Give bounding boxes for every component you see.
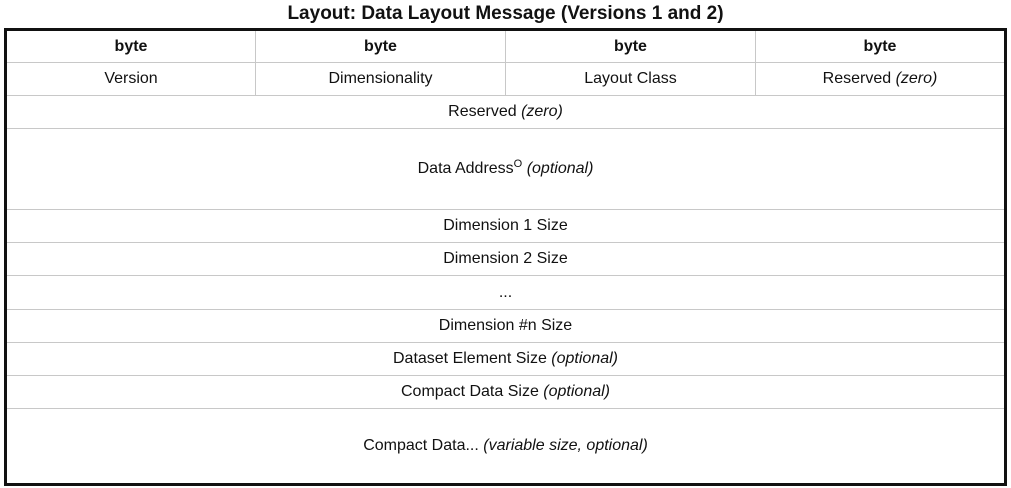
data-address-cell: Data AddressO (optional) <box>5 128 1006 211</box>
table-row: Dimension #n Size <box>5 308 1006 343</box>
table-caption: Layout: Data Layout Message (Versions 1 … <box>287 3 724 24</box>
ellipsis-cell: ... <box>5 275 1006 310</box>
data-address-note: (optional) <box>526 160 594 178</box>
reserved-note: (zero) <box>521 103 563 121</box>
header-cell-byte-1: byte <box>5 28 256 64</box>
data-layout-table: byte byte byte byte Version Dimensionali… <box>4 28 1007 486</box>
table-row: Compact Data Size (optional) <box>5 374 1006 409</box>
dimensionality-cell: Dimensionality <box>255 62 506 97</box>
header-cell-byte-3: byte <box>505 28 756 64</box>
table-row: Reserved (zero) <box>5 95 1006 130</box>
table-row: Dimension 1 Size <box>5 209 1006 244</box>
data-address-label: Data Address <box>417 160 514 178</box>
version-cell: Version <box>5 62 256 97</box>
table-row: Dataset Element Size (optional) <box>5 341 1006 376</box>
compact-data-size-cell: Compact Data Size (optional) <box>5 374 1006 409</box>
dataset-element-size-label: Dataset Element Size <box>392 349 547 367</box>
offset-size-marker: O <box>513 158 523 171</box>
compact-data-cell: Compact Data... (variable size, optional… <box>5 407 1006 486</box>
table-row: Dimension 2 Size <box>5 242 1006 277</box>
compact-data-size-note: (optional) <box>543 382 610 400</box>
table-row: Compact Data... (variable size, optional… <box>5 407 1006 486</box>
reserved-byte-cell: Reserved (zero) <box>755 62 1006 97</box>
reserved-byte-label: Reserved <box>822 70 892 88</box>
dimension-2-size-cell: Dimension 2 Size <box>5 242 1006 277</box>
dimension-n-size-cell: Dimension #n Size <box>5 308 1006 343</box>
reserved-cell: Reserved (zero) <box>5 95 1006 130</box>
table-row: ... <box>5 275 1006 310</box>
table-row: Version Dimensionality Layout Class Rese… <box>5 62 1006 97</box>
compact-data-note: (variable size, optional) <box>483 436 648 454</box>
compact-data-label: Compact Data... <box>363 436 479 454</box>
header-cell-byte-4: byte <box>755 28 1006 64</box>
header-row: byte byte byte byte <box>5 28 1006 64</box>
header-cell-byte-2: byte <box>255 28 506 64</box>
reserved-byte-note: (zero) <box>895 70 938 88</box>
dimension-1-size-cell: Dimension 1 Size <box>5 209 1006 244</box>
compact-data-size-label: Compact Data Size <box>401 382 539 400</box>
layout-class-cell: Layout Class <box>505 62 756 97</box>
dataset-element-size-cell: Dataset Element Size (optional) <box>5 341 1006 376</box>
reserved-label: Reserved <box>448 103 517 121</box>
dataset-element-size-note: (optional) <box>551 349 618 367</box>
table-row: Data AddressO (optional) <box>5 128 1006 211</box>
